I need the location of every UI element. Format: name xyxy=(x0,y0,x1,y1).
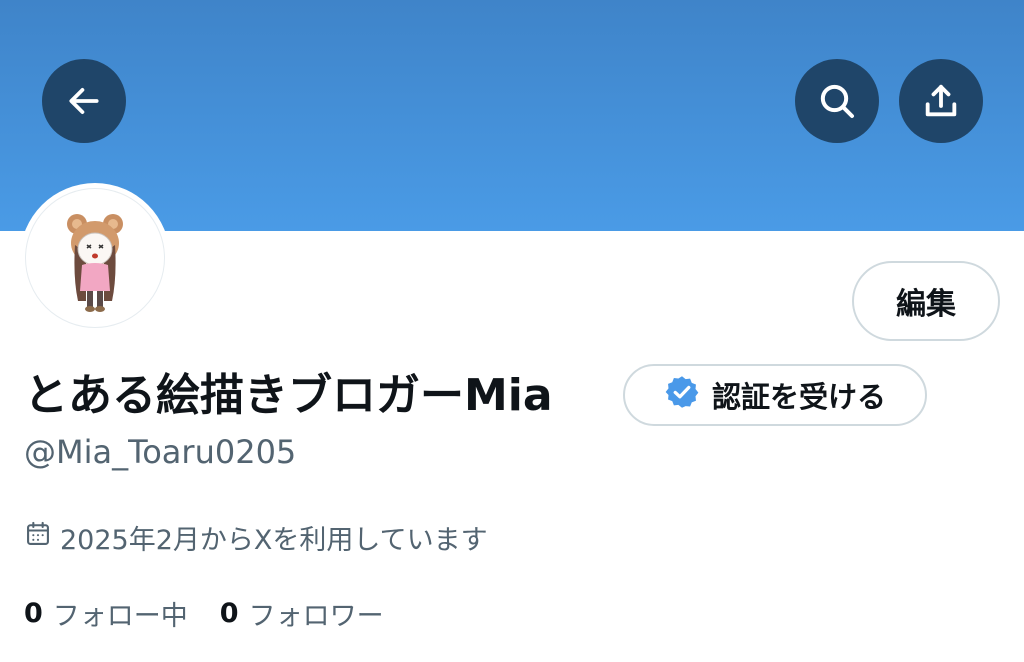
avatar[interactable] xyxy=(20,183,170,333)
following-count: 0 xyxy=(24,597,43,629)
followers-count: 0 xyxy=(219,597,239,629)
share-upload-icon xyxy=(921,81,961,121)
edit-profile-label: 編集 xyxy=(896,287,956,322)
share-button[interactable] xyxy=(899,59,983,143)
search-button[interactable] xyxy=(795,59,879,143)
joined-date: 2025年2月からXを利用しています xyxy=(24,516,488,558)
user-handle: @Mia_Toaru0205 xyxy=(24,433,297,471)
display-name: とある絵描きブロガーMia xyxy=(24,370,553,421)
verified-badge-icon xyxy=(664,374,700,417)
back-button[interactable] xyxy=(42,59,126,143)
arrow-left-icon xyxy=(65,82,103,120)
following-link[interactable]: 0 フォロー中 xyxy=(24,594,188,633)
search-icon xyxy=(817,81,857,121)
avatar-illustration xyxy=(25,188,165,328)
followers-label: フォロワー xyxy=(248,600,384,632)
joined-text: 2025年2月からXを利用しています xyxy=(60,524,488,556)
calendar-icon xyxy=(24,520,52,555)
following-label: フォロー中 xyxy=(52,600,188,632)
follow-stats: 0 フォロー中 0 フォロワー xyxy=(24,592,416,634)
get-verified-button[interactable]: 認証を受ける xyxy=(623,364,927,426)
get-verified-label: 認証を受ける xyxy=(711,380,886,414)
followers-link[interactable]: 0 フォロワー xyxy=(220,594,384,633)
edit-profile-button[interactable]: 編集 xyxy=(852,261,1000,341)
